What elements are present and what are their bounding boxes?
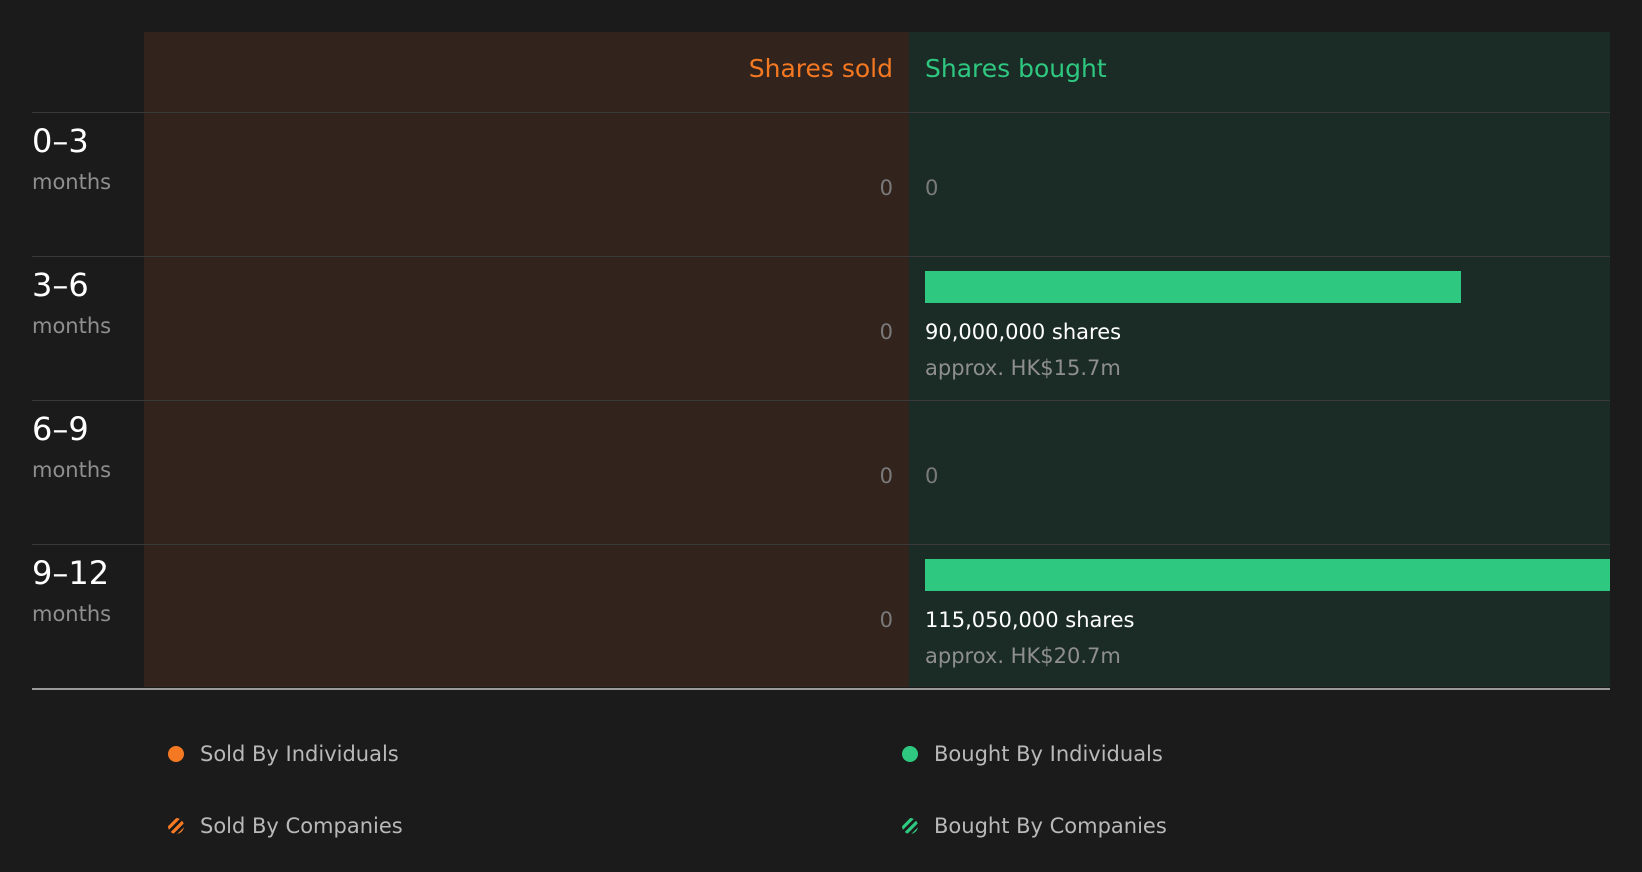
period-label: 9–12 <box>32 554 110 592</box>
period-label: 6–9 <box>32 410 89 448</box>
legend-label: Bought By Companies <box>934 814 1167 838</box>
legend-dot-icon <box>168 746 184 762</box>
legend-dot-icon <box>902 746 918 762</box>
insider-trading-chart: Shares sold Shares bought 0–3 months 0 0 3–6… <box>0 0 1642 720</box>
legend-item: Bought By Companies <box>902 814 1167 838</box>
sold-value-label: 0 <box>879 320 893 344</box>
sold-value-label: 0 <box>879 176 893 200</box>
period-unit: months <box>32 170 112 194</box>
row-divider <box>32 112 1610 113</box>
legend-item: Bought By Individuals <box>902 742 1163 766</box>
period-unit: months <box>32 602 112 626</box>
legend-hatch-icon <box>168 818 184 834</box>
period-label: 3–6 <box>32 266 89 304</box>
period-unit: months <box>32 314 112 338</box>
period-row: 6–9 months 0 0 <box>0 400 1642 544</box>
shares-bought-header: Shares bought <box>925 54 1107 83</box>
sold-value-label: 0 <box>879 608 893 632</box>
period-row: 3–6 months 0 90,000,000 shares approx. HK$15… <box>0 256 1642 400</box>
bought-value-label: 0 <box>925 176 939 200</box>
row-divider <box>32 688 1610 690</box>
bought-shares-label: 115,050,000 shares <box>925 608 1135 632</box>
bought-shares-label: 90,000,000 shares <box>925 320 1122 344</box>
bought-value-label: approx. HK$15.7m <box>925 356 1121 380</box>
period-unit: months <box>32 458 112 482</box>
period-row: 9–12 months 0 115,050,000 shares approx. HK$… <box>0 544 1642 688</box>
row-divider <box>32 256 1610 257</box>
bought-value-label: 0 <box>925 464 939 488</box>
bought-value-label: approx. HK$20.7m <box>925 644 1121 668</box>
legend-label: Sold By Companies <box>200 814 403 838</box>
legend-item: Sold By Companies <box>168 814 403 838</box>
sold-value-label: 0 <box>879 464 893 488</box>
legend-label: Sold By Individuals <box>200 742 399 766</box>
shares-sold-header: Shares sold <box>748 54 893 83</box>
bought-bar <box>925 271 1461 303</box>
row-divider <box>32 400 1610 401</box>
legend-label: Bought By Individuals <box>934 742 1163 766</box>
row-divider <box>32 544 1610 545</box>
period-label: 0–3 <box>32 122 89 160</box>
bought-bar <box>925 559 1610 591</box>
legend-hatch-icon <box>902 818 918 834</box>
period-row: 0–3 months 0 0 <box>0 112 1642 256</box>
legend-item: Sold By Individuals <box>168 742 399 766</box>
